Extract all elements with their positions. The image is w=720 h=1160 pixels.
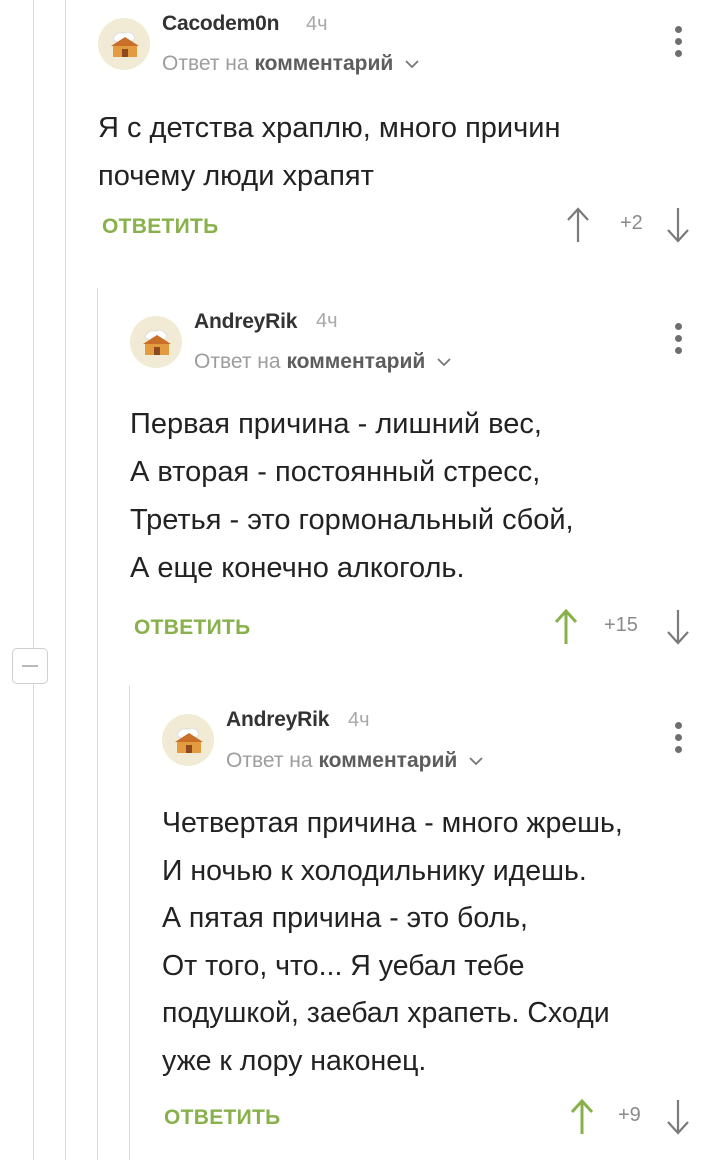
arrow-down-icon[interactable] [666,1098,690,1136]
score-value: +15 [604,614,638,636]
comment-text-line: почему люди храпят [98,160,374,192]
thread-line-level-3 [129,686,130,1160]
comment: AndreyRik 4ч Ответ на комментарий Четвер… [160,690,720,1160]
comment-author[interactable]: AndreyRik [194,310,297,334]
score-value: +9 [618,1104,641,1126]
chevron-down-icon [469,757,483,766]
chevron-down-icon [437,358,451,367]
reply-to-prefix: Ответ на [194,350,281,373]
reply-button[interactable]: ОТВЕТИТЬ [134,616,251,640]
comment-time: 4ч [306,13,328,35]
comment-text-line: От того, что... Я уебал тебе [162,949,525,982]
reply-button[interactable]: ОТВЕТИТЬ [164,1106,281,1130]
reply-to-prefix: Ответ на [162,52,249,75]
thread-line-level-2 [97,288,98,1160]
reply-to-target: комментарий [286,350,426,373]
comment-text-line: А пятая причина - это боль, [162,902,528,934]
reply-to-link[interactable]: Ответ на комментарий [162,52,419,76]
chevron-down-icon [405,60,419,69]
comment: Cacodem0n 4ч Ответ на комментарий Я с де… [96,0,720,270]
arrow-up-icon[interactable] [566,206,590,244]
more-vertical-icon[interactable] [675,26,683,62]
comment-text-line: уже к лору наконец. [162,1044,427,1077]
comment-author[interactable]: AndreyRik [226,708,329,732]
arrow-up-icon[interactable] [554,608,578,646]
collapse-thread-button[interactable] [12,648,48,684]
more-vertical-icon[interactable] [675,722,683,758]
arrow-down-icon[interactable] [666,206,690,244]
avatar-icon [130,316,182,368]
avatar-icon [162,714,214,766]
score-value: +2 [620,212,643,234]
comment-text-line: Первая причина - лишний вес, [130,408,542,440]
vote-controls: +2 [566,206,696,246]
comment-time: 4ч [316,310,338,332]
comment-text-line: Я с детства храплю, много причин [98,112,561,144]
comment-text-line: И ночью к холодильнику идешь. [162,854,587,887]
reply-to-link[interactable]: Ответ на комментарий [226,749,483,773]
avatar[interactable] [98,18,150,70]
more-vertical-icon[interactable] [675,323,683,359]
comment-author[interactable]: Cacodem0n [162,12,279,36]
avatar-icon [98,18,150,70]
comment-text-line: Третья - это гормональный сбой, [130,504,574,536]
comment: AndreyRik 4ч Ответ на комментарий Первая… [128,290,720,670]
avatar[interactable] [162,714,214,766]
reply-to-target: комментарий [318,749,458,772]
reply-to-link[interactable]: Ответ на комментарий [194,350,451,374]
vote-controls: +15 [554,608,696,648]
thread-line-root [33,0,34,1160]
comment-text-line: А еще конечно алкоголь. [130,552,465,584]
reply-to-target: комментарий [254,52,394,75]
comment-text-line: подушкой, заебал храпеть. Сходи [162,997,610,1029]
comment-text-line: Четвертая причина - много жрешь, [162,807,623,839]
collapse-minus-icon [22,665,38,667]
comment-text: Четвертая причина - много жрешь, И ночью… [162,800,707,1085]
arrow-up-icon[interactable] [570,1098,594,1136]
avatar[interactable] [130,316,182,368]
comment-text-line: А вторая - постоянный стресс, [130,456,541,488]
comment-text: Первая причина - лишний вес, А вторая - … [130,400,700,592]
vote-controls: +9 [570,1098,696,1138]
comment-time: 4ч [348,709,370,731]
reply-button[interactable]: ОТВЕТИТЬ [102,215,219,239]
comment-text: Я с детства храплю, много причин почему … [98,104,698,200]
arrow-down-icon[interactable] [666,608,690,646]
thread-line-level-1 [65,0,66,1160]
reply-to-prefix: Ответ на [226,749,313,772]
